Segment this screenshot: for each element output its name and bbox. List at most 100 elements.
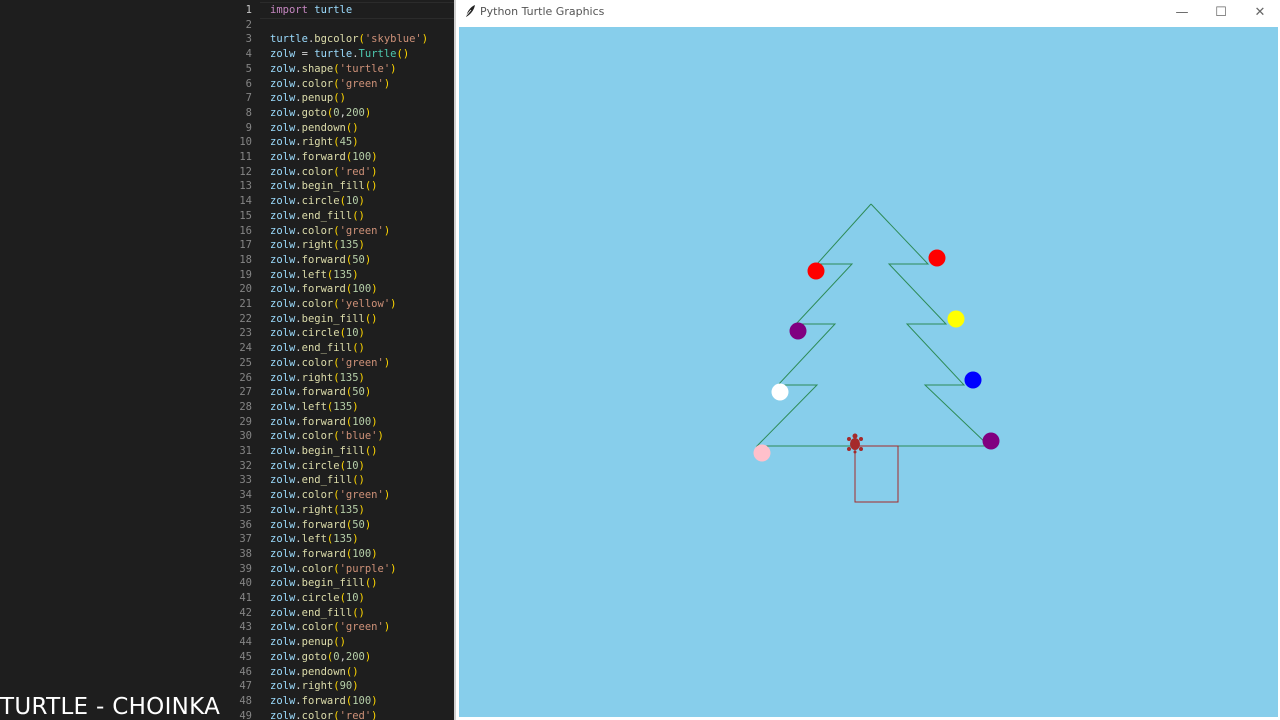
line-number: 4 (245, 48, 252, 61)
minimize-button[interactable]: — (1162, 0, 1202, 24)
code-editor[interactable]: 1 2 3 4 5 6 7 8 9 10 11 12 13 14 15 16 17 18 19 20 21 22 23 24 2… (0, 0, 456, 720)
code-line[interactable]: zolw.pendown() (270, 121, 359, 136)
code-line[interactable]: zolw.end_fill() (270, 341, 365, 356)
line-number: 2 (245, 18, 252, 31)
line-number: 5 (245, 62, 252, 75)
line-number: 32 (239, 459, 252, 472)
code-line[interactable]: zolw.forward(50) (270, 385, 371, 400)
line-number: 12 (239, 165, 252, 178)
line-number: 1 (245, 4, 252, 16)
code-line[interactable]: zolw = turtle.Turtle() (270, 47, 409, 62)
line-number: 17 (239, 239, 252, 252)
code-line[interactable]: zolw.color('green') (270, 77, 390, 92)
line-number: 22 (239, 312, 252, 325)
code-line[interactable]: zolw.end_fill() (270, 209, 365, 224)
window-titlebar[interactable]: Python Turtle Graphics — ☐ ✕ (456, 0, 1280, 24)
code-line[interactable]: zolw.color('green') (270, 620, 390, 635)
line-number: 27 (239, 386, 252, 399)
tree-trunk (854, 445, 899, 503)
code-line[interactable]: zolw.forward(100) (270, 547, 378, 562)
code-line[interactable]: zolw.color('yellow') (270, 297, 396, 312)
code-line[interactable]: zolw.goto(0,200) (270, 106, 371, 121)
line-number: 33 (239, 474, 252, 487)
code-line[interactable]: zolw.color('red') (270, 709, 378, 720)
line-number: 47 (239, 680, 252, 693)
code-line[interactable]: zolw.penup() (270, 635, 346, 650)
line-number: 11 (239, 151, 252, 163)
code-line[interactable]: zolw.penup() (270, 91, 346, 106)
code-line[interactable]: zolw.right(135) (270, 503, 365, 518)
code-line[interactable]: zolw.circle(10) (270, 459, 365, 474)
code-line[interactable]: zolw.begin_fill() (270, 312, 378, 327)
code-line[interactable]: zolw.left(135) (270, 532, 359, 547)
line-number: 31 (239, 445, 252, 457)
code-line[interactable]: zolw.forward(100) (270, 282, 378, 297)
maximize-button[interactable]: ☐ (1201, 0, 1241, 24)
line-number: 20 (239, 283, 252, 296)
line-number: 13 (239, 180, 252, 193)
code-line[interactable]: zolw.left(135) (270, 400, 359, 415)
line-number: 42 (239, 606, 252, 619)
line-number: 36 (239, 518, 252, 531)
line-number: 40 (239, 577, 252, 590)
code-line[interactable]: zolw.shape('turtle') (270, 62, 396, 77)
video-caption: TURTLE - CHOINKA (0, 694, 221, 720)
code-line[interactable]: zolw.color('blue') (270, 429, 384, 444)
line-number: 29 (239, 415, 252, 428)
feather-icon (464, 5, 475, 18)
turtle-cursor-icon (847, 433, 863, 454)
code-line[interactable]: zolw.end_fill() (270, 473, 365, 488)
code-line[interactable]: zolw.forward(100) (270, 415, 378, 430)
code-line[interactable]: zolw.right(45) (270, 135, 359, 150)
line-number: 19 (239, 268, 252, 281)
line-number: 21 (239, 298, 252, 310)
code-line[interactable]: zolw.color('green') (270, 356, 390, 371)
code-line[interactable]: zolw.color('purple') (270, 562, 396, 577)
ornament-blue (964, 371, 982, 389)
line-number: 16 (239, 224, 252, 237)
ornament-white (771, 383, 789, 401)
code-line[interactable]: zolw.goto(0,200) (270, 650, 371, 665)
line-number: 46 (239, 665, 252, 678)
code-line[interactable]: zolw.left(135) (270, 268, 359, 283)
line-number: 7 (245, 92, 252, 105)
code-line[interactable]: zolw.right(135) (270, 238, 365, 253)
code-line[interactable]: zolw.circle(10) (270, 591, 365, 606)
close-icon: ✕ (1254, 4, 1266, 20)
code-line[interactable]: zolw.color('green') (270, 488, 390, 503)
code-line[interactable]: zolw.right(135) (270, 371, 365, 386)
code-line[interactable]: zolw.forward(100) (270, 150, 378, 165)
code-line[interactable]: zolw.begin_fill() (270, 179, 378, 194)
line-number: 6 (245, 77, 252, 90)
code-line[interactable]: zolw.end_fill() (270, 606, 365, 621)
code-line[interactable]: zolw.begin_fill() (270, 576, 378, 591)
ornament-purple-left (789, 322, 807, 340)
code-line[interactable]: turtle.bgcolor('skyblue') (270, 32, 428, 47)
code-line[interactable]: zolw.forward(50) (270, 253, 371, 268)
ornament-purple-right (982, 432, 1000, 450)
code-line[interactable]: zolw.color('red') (270, 165, 378, 180)
line-number: 3 (245, 33, 252, 46)
line-number: 37 (239, 533, 252, 546)
ornament-yellow (947, 310, 965, 328)
code-line[interactable]: zolw.pendown() (270, 665, 359, 680)
code-line[interactable]: zolw.circle(10) (270, 194, 365, 209)
line-number: 26 (239, 371, 252, 384)
line-number: 35 (239, 503, 252, 516)
line-number: 28 (239, 400, 252, 413)
line-number: 25 (239, 356, 252, 369)
code-line[interactable]: zolw.forward(100) (270, 694, 378, 709)
code-line[interactable]: zolw.circle(10) (270, 326, 365, 341)
code-line[interactable]: zolw.color('green') (270, 224, 390, 239)
code-line[interactable]: import turtle (270, 3, 352, 18)
close-button[interactable]: ✕ (1240, 0, 1280, 24)
turtle-canvas (459, 27, 1278, 717)
turtle-graphics-window[interactable]: Python Turtle Graphics — ☐ ✕ (456, 0, 1280, 720)
minimize-icon: — (1175, 4, 1189, 20)
line-number: 44 (239, 636, 252, 649)
code-line[interactable]: zolw.begin_fill() (270, 444, 378, 459)
line-number: 39 (239, 562, 252, 575)
code-line[interactable]: zolw.right(90) (270, 679, 359, 694)
code-line[interactable]: zolw.forward(50) (270, 518, 371, 533)
line-number: 18 (239, 253, 252, 266)
